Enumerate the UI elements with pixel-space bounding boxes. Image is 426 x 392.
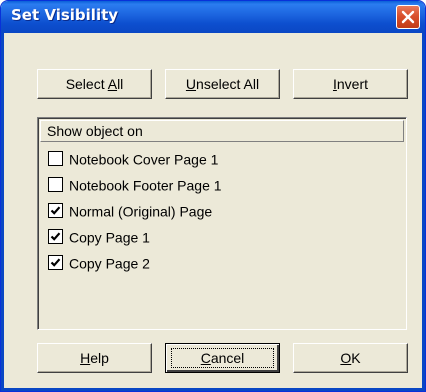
list-item-label: Notebook Cover Page 1 [69, 151, 219, 168]
window-frame-left [1, 33, 4, 391]
window-title: Set Visibility [11, 6, 119, 24]
set-visibility-dialog: Set Visibility Select All Unselect All I… [0, 0, 426, 392]
checkmark-icon [50, 206, 61, 215]
list-item-copy-page-1[interactable]: Copy Page 1 [48, 226, 150, 248]
checkmark-icon [50, 232, 61, 241]
ok-button[interactable]: OK [293, 343, 408, 373]
ok-label: OK [340, 350, 361, 366]
list-item-normal-original-page[interactable]: Normal (Original) Page [48, 200, 212, 222]
checkbox[interactable] [48, 150, 63, 166]
cancel-label: Cancel [200, 350, 245, 366]
unselect-all-button[interactable]: Unselect All [165, 69, 280, 99]
list-item-notebook-cover-page-1[interactable]: Notebook Cover Page 1 [48, 148, 218, 170]
list-item-notebook-footer-page-1[interactable]: Notebook Footer Page 1 [48, 174, 222, 196]
list-item-label: Notebook Footer Page 1 [69, 177, 222, 194]
invert-button[interactable]: Invert [293, 69, 408, 99]
help-label: Help [80, 350, 109, 366]
list-header[interactable]: Show object on [40, 120, 404, 142]
invert-label: Invert [332, 76, 368, 92]
checkbox[interactable] [48, 176, 63, 192]
window-frame-bottom [1, 388, 425, 391]
title-bar[interactable]: Set Visibility [1, 1, 425, 33]
checkmark-icon [50, 258, 61, 267]
page-visibility-list[interactable]: Show object on Notebook Cover Page 1 Not… [37, 117, 407, 330]
list-item-label: Copy Page 2 [69, 255, 150, 272]
unselect-all-label: Unselect All [185, 76, 260, 92]
list-item-label: Normal (Original) Page [69, 203, 213, 220]
select-all-label: Select All [65, 76, 124, 92]
select-all-button[interactable]: Select All [37, 69, 152, 99]
cancel-button[interactable]: Cancel [165, 343, 280, 373]
help-button[interactable]: Help [37, 343, 152, 373]
list-item-copy-page-2[interactable]: Copy Page 2 [48, 252, 150, 274]
checkbox[interactable] [48, 202, 63, 218]
checkbox[interactable] [48, 254, 63, 270]
window-frame-right [422, 33, 425, 391]
close-button[interactable] [396, 5, 420, 29]
close-icon [401, 10, 415, 24]
list-item-label: Copy Page 1 [69, 229, 150, 246]
checkbox[interactable] [48, 228, 63, 244]
